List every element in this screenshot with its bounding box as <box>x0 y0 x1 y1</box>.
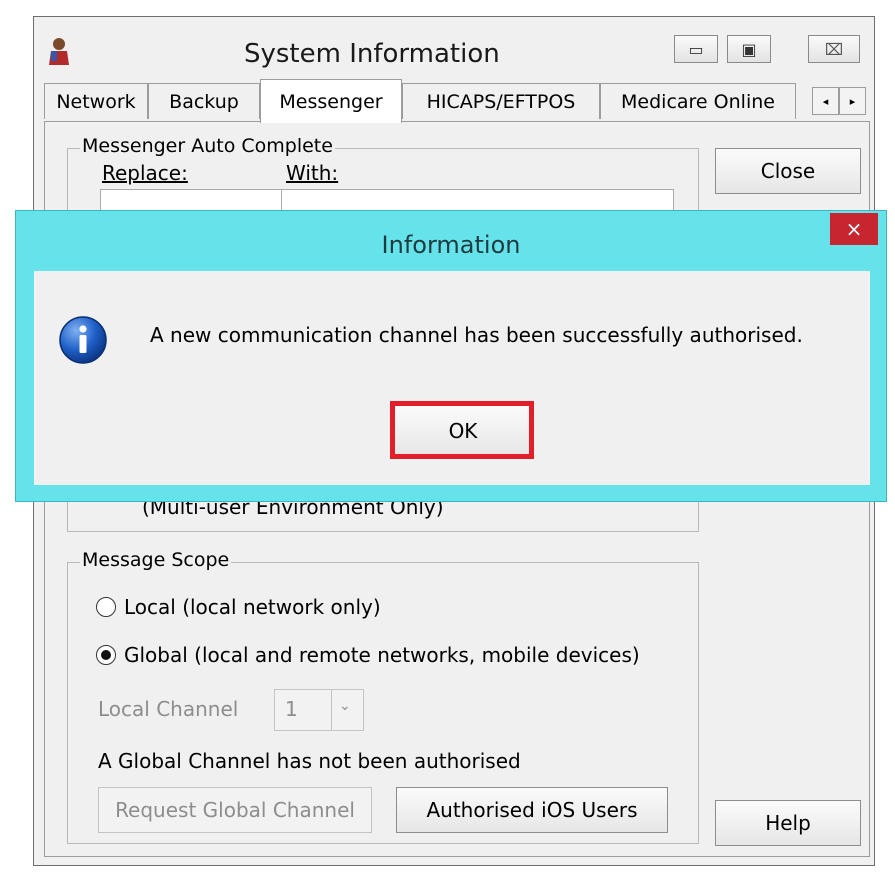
information-dialog: Information × A new communication channe… <box>15 210 887 502</box>
close-icon: ⌧ <box>824 39 844 59</box>
ok-button-label: OK <box>448 419 478 443</box>
user-icon <box>49 38 69 65</box>
help-button-label: Help <box>765 811 811 835</box>
radio-local-label: Local (local network only) <box>124 595 381 619</box>
dialog-title: Information <box>381 231 521 259</box>
info-icon <box>59 316 107 364</box>
minimize-icon: ▭ <box>688 39 704 59</box>
authorised-ios-users-label: Authorised iOS Users <box>426 798 638 822</box>
tab-scroll-right-button[interactable]: ▸ <box>839 87 866 115</box>
request-global-channel-button[interactable]: Request Global Channel <box>98 787 372 833</box>
authorised-ios-users-button[interactable]: Authorised iOS Users <box>396 787 668 833</box>
local-channel-value: 1 <box>285 697 298 721</box>
maximize-icon: ▣ <box>741 39 757 59</box>
auto-complete-group-label: Messenger Auto Complete <box>80 135 335 157</box>
title-bar[interactable]: System Information ▭ ▣ ⌧ <box>34 17 874 83</box>
ok-button[interactable]: OK <box>394 405 532 457</box>
chevron-down-icon: ⌄ <box>339 698 351 714</box>
radio-global-circle[interactable] <box>96 645 116 665</box>
radio-local[interactable]: Local (local network only) <box>96 595 381 619</box>
replace-column-header: Replace: <box>102 161 188 185</box>
tab-medicare-online[interactable]: Medicare Online <box>600 83 796 119</box>
chevron-left-icon: ◂ <box>822 94 829 108</box>
maximize-button[interactable]: ▣ <box>727 35 771 63</box>
close-button-label: Close <box>760 159 816 183</box>
radio-global-label: Global (local and remote networks, mobil… <box>124 643 640 667</box>
minimize-button[interactable]: ▭ <box>674 35 718 63</box>
tab-strip: Network Backup Messenger HICAPS/EFTPOS M… <box>44 79 870 123</box>
help-button[interactable]: Help <box>715 800 861 846</box>
dialog-message: A new communication channel has been suc… <box>150 323 803 347</box>
close-button[interactable]: Close <box>715 148 861 194</box>
tab-messenger[interactable]: Messenger <box>260 79 402 123</box>
dialog-body: A new communication channel has been suc… <box>34 271 870 485</box>
tab-scroll-left-button[interactable]: ◂ <box>812 87 839 115</box>
message-scope-group-label: Message Scope <box>80 549 232 571</box>
radio-local-circle[interactable] <box>96 597 116 617</box>
tab-hicaps-eftpos[interactable]: HICAPS/EFTPOS <box>402 83 600 119</box>
message-scope-group: Message Scope Local (local network only)… <box>67 549 699 844</box>
window-close-button[interactable]: ⌧ <box>808 35 860 63</box>
local-channel-label: Local Channel <box>98 697 239 721</box>
close-icon: × <box>845 217 863 241</box>
dialog-close-button[interactable]: × <box>830 213 878 245</box>
global-channel-status: A Global Channel has not been authorised <box>98 749 521 773</box>
radio-global[interactable]: Global (local and remote networks, mobil… <box>96 643 640 667</box>
tab-backup[interactable]: Backup <box>148 83 260 119</box>
tab-network[interactable]: Network <box>44 83 148 119</box>
with-column-header: With: <box>286 161 339 185</box>
request-global-channel-label: Request Global Channel <box>115 798 355 822</box>
local-channel-select[interactable]: 1 ⌄ <box>274 689 364 731</box>
chevron-right-icon: ▸ <box>849 94 856 108</box>
window-title: System Information <box>244 39 500 69</box>
